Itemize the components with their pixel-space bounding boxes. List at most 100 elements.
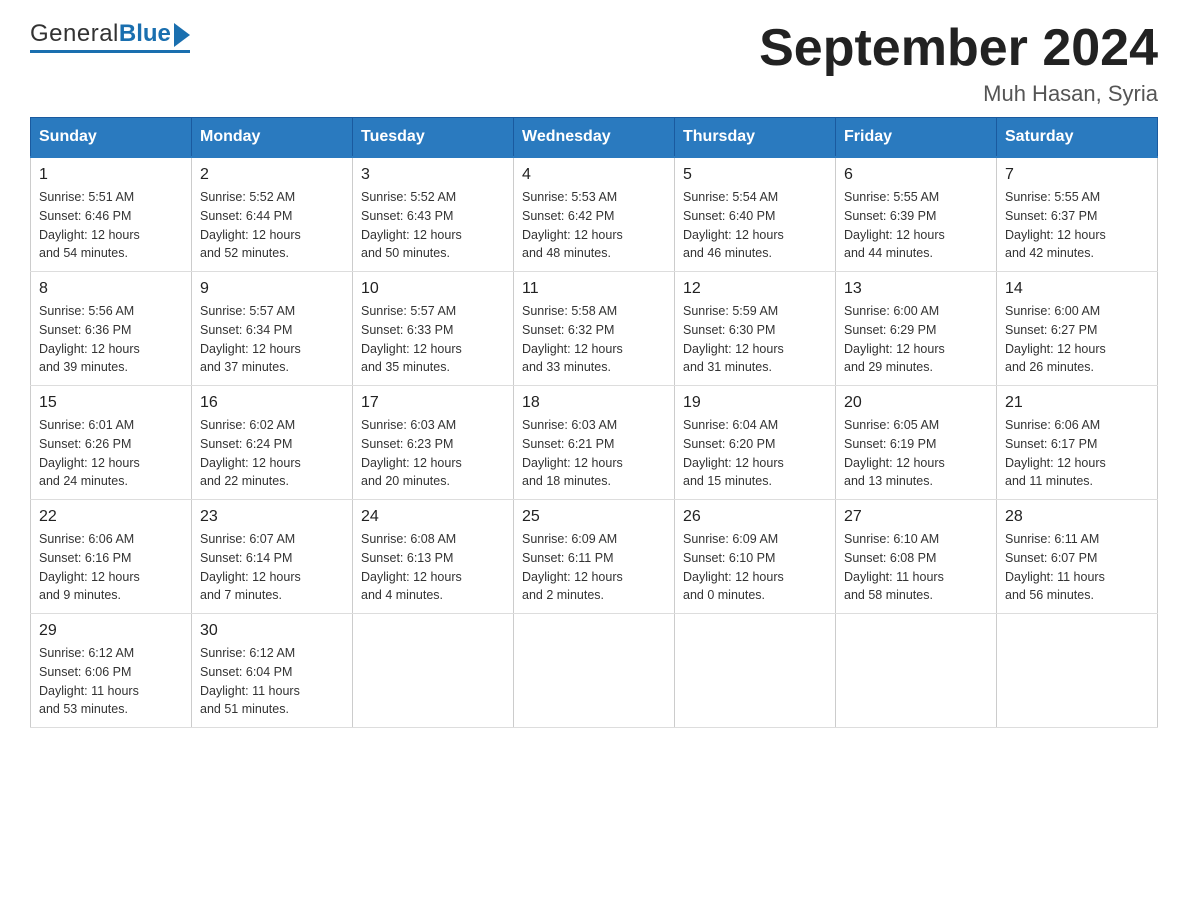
calendar-cell: 14 Sunrise: 6:00 AM Sunset: 6:27 PM Dayl… [997,272,1158,386]
day-number: 11 [522,280,666,298]
calendar-cell: 4 Sunrise: 5:53 AM Sunset: 6:42 PM Dayli… [514,157,675,272]
day-info: Sunrise: 6:02 AM Sunset: 6:24 PM Dayligh… [200,416,344,491]
day-of-week-header: Sunday [31,118,192,158]
month-title: September 2024 [759,20,1158,77]
calendar-cell [675,614,836,728]
day-number: 13 [844,280,988,298]
calendar-cell: 9 Sunrise: 5:57 AM Sunset: 6:34 PM Dayli… [192,272,353,386]
day-number: 23 [200,508,344,526]
calendar-cell [514,614,675,728]
calendar-cell: 17 Sunrise: 6:03 AM Sunset: 6:23 PM Dayl… [353,386,514,500]
logo: General Blue [30,20,190,53]
calendar-cell: 25 Sunrise: 6:09 AM Sunset: 6:11 PM Dayl… [514,500,675,614]
day-info: Sunrise: 6:05 AM Sunset: 6:19 PM Dayligh… [844,416,988,491]
day-info: Sunrise: 5:51 AM Sunset: 6:46 PM Dayligh… [39,188,183,263]
calendar-cell: 16 Sunrise: 6:02 AM Sunset: 6:24 PM Dayl… [192,386,353,500]
day-info: Sunrise: 6:03 AM Sunset: 6:23 PM Dayligh… [361,416,505,491]
day-number: 12 [683,280,827,298]
calendar-cell: 10 Sunrise: 5:57 AM Sunset: 6:33 PM Dayl… [353,272,514,386]
day-info: Sunrise: 5:54 AM Sunset: 6:40 PM Dayligh… [683,188,827,263]
calendar-week-row: 8 Sunrise: 5:56 AM Sunset: 6:36 PM Dayli… [31,272,1158,386]
calendar-week-row: 29 Sunrise: 6:12 AM Sunset: 6:06 PM Dayl… [31,614,1158,728]
page-header: General Blue September 2024 Muh Hasan, S… [30,20,1158,107]
day-number: 29 [39,622,183,640]
logo-underline [30,50,190,53]
calendar-cell: 29 Sunrise: 6:12 AM Sunset: 6:06 PM Dayl… [31,614,192,728]
calendar-cell: 2 Sunrise: 5:52 AM Sunset: 6:44 PM Dayli… [192,157,353,272]
calendar-cell: 8 Sunrise: 5:56 AM Sunset: 6:36 PM Dayli… [31,272,192,386]
day-info: Sunrise: 6:00 AM Sunset: 6:29 PM Dayligh… [844,302,988,377]
day-info: Sunrise: 6:11 AM Sunset: 6:07 PM Dayligh… [1005,530,1149,605]
day-number: 26 [683,508,827,526]
day-number: 15 [39,394,183,412]
day-number: 3 [361,166,505,184]
day-number: 7 [1005,166,1149,184]
logo-general-text: General [30,20,119,48]
day-number: 20 [844,394,988,412]
calendar-cell: 5 Sunrise: 5:54 AM Sunset: 6:40 PM Dayli… [675,157,836,272]
day-of-week-header: Wednesday [514,118,675,158]
calendar-cell: 27 Sunrise: 6:10 AM Sunset: 6:08 PM Dayl… [836,500,997,614]
calendar-cell [836,614,997,728]
day-info: Sunrise: 5:56 AM Sunset: 6:36 PM Dayligh… [39,302,183,377]
day-number: 28 [1005,508,1149,526]
calendar-week-row: 15 Sunrise: 6:01 AM Sunset: 6:26 PM Dayl… [31,386,1158,500]
day-info: Sunrise: 5:57 AM Sunset: 6:34 PM Dayligh… [200,302,344,377]
day-number: 2 [200,166,344,184]
calendar-table: SundayMondayTuesdayWednesdayThursdayFrid… [30,117,1158,728]
calendar-cell: 22 Sunrise: 6:06 AM Sunset: 6:16 PM Dayl… [31,500,192,614]
day-number: 18 [522,394,666,412]
calendar-cell: 1 Sunrise: 5:51 AM Sunset: 6:46 PM Dayli… [31,157,192,272]
day-info: Sunrise: 5:58 AM Sunset: 6:32 PM Dayligh… [522,302,666,377]
day-number: 14 [1005,280,1149,298]
calendar-week-row: 22 Sunrise: 6:06 AM Sunset: 6:16 PM Dayl… [31,500,1158,614]
day-info: Sunrise: 6:06 AM Sunset: 6:17 PM Dayligh… [1005,416,1149,491]
day-number: 25 [522,508,666,526]
day-number: 19 [683,394,827,412]
day-info: Sunrise: 6:09 AM Sunset: 6:11 PM Dayligh… [522,530,666,605]
calendar-cell: 7 Sunrise: 5:55 AM Sunset: 6:37 PM Dayli… [997,157,1158,272]
calendar-cell: 12 Sunrise: 5:59 AM Sunset: 6:30 PM Dayl… [675,272,836,386]
logo-blue-text: Blue [119,20,190,48]
day-info: Sunrise: 6:06 AM Sunset: 6:16 PM Dayligh… [39,530,183,605]
day-number: 17 [361,394,505,412]
day-info: Sunrise: 6:07 AM Sunset: 6:14 PM Dayligh… [200,530,344,605]
calendar-cell: 19 Sunrise: 6:04 AM Sunset: 6:20 PM Dayl… [675,386,836,500]
day-number: 21 [1005,394,1149,412]
day-number: 16 [200,394,344,412]
day-info: Sunrise: 6:04 AM Sunset: 6:20 PM Dayligh… [683,416,827,491]
day-number: 10 [361,280,505,298]
day-info: Sunrise: 5:52 AM Sunset: 6:43 PM Dayligh… [361,188,505,263]
calendar-cell: 15 Sunrise: 6:01 AM Sunset: 6:26 PM Dayl… [31,386,192,500]
day-info: Sunrise: 5:55 AM Sunset: 6:37 PM Dayligh… [1005,188,1149,263]
calendar-cell: 13 Sunrise: 6:00 AM Sunset: 6:29 PM Dayl… [836,272,997,386]
calendar-cell: 23 Sunrise: 6:07 AM Sunset: 6:14 PM Dayl… [192,500,353,614]
calendar-week-row: 1 Sunrise: 5:51 AM Sunset: 6:46 PM Dayli… [31,157,1158,272]
day-info: Sunrise: 5:59 AM Sunset: 6:30 PM Dayligh… [683,302,827,377]
calendar-cell: 3 Sunrise: 5:52 AM Sunset: 6:43 PM Dayli… [353,157,514,272]
title-area: September 2024 Muh Hasan, Syria [759,20,1158,107]
logo-arrow-icon [174,23,190,47]
calendar-cell: 11 Sunrise: 5:58 AM Sunset: 6:32 PM Dayl… [514,272,675,386]
day-number: 22 [39,508,183,526]
day-info: Sunrise: 5:52 AM Sunset: 6:44 PM Dayligh… [200,188,344,263]
calendar-cell: 24 Sunrise: 6:08 AM Sunset: 6:13 PM Dayl… [353,500,514,614]
calendar-cell: 20 Sunrise: 6:05 AM Sunset: 6:19 PM Dayl… [836,386,997,500]
calendar-header-row: SundayMondayTuesdayWednesdayThursdayFrid… [31,118,1158,158]
calendar-cell: 18 Sunrise: 6:03 AM Sunset: 6:21 PM Dayl… [514,386,675,500]
day-info: Sunrise: 5:57 AM Sunset: 6:33 PM Dayligh… [361,302,505,377]
calendar-cell: 6 Sunrise: 5:55 AM Sunset: 6:39 PM Dayli… [836,157,997,272]
day-number: 30 [200,622,344,640]
day-info: Sunrise: 6:08 AM Sunset: 6:13 PM Dayligh… [361,530,505,605]
day-info: Sunrise: 6:12 AM Sunset: 6:04 PM Dayligh… [200,644,344,719]
calendar-cell: 21 Sunrise: 6:06 AM Sunset: 6:17 PM Dayl… [997,386,1158,500]
day-of-week-header: Thursday [675,118,836,158]
day-number: 27 [844,508,988,526]
day-of-week-header: Monday [192,118,353,158]
day-of-week-header: Saturday [997,118,1158,158]
day-info: Sunrise: 6:12 AM Sunset: 6:06 PM Dayligh… [39,644,183,719]
day-of-week-header: Tuesday [353,118,514,158]
calendar-cell: 26 Sunrise: 6:09 AM Sunset: 6:10 PM Dayl… [675,500,836,614]
day-number: 24 [361,508,505,526]
day-info: Sunrise: 5:53 AM Sunset: 6:42 PM Dayligh… [522,188,666,263]
